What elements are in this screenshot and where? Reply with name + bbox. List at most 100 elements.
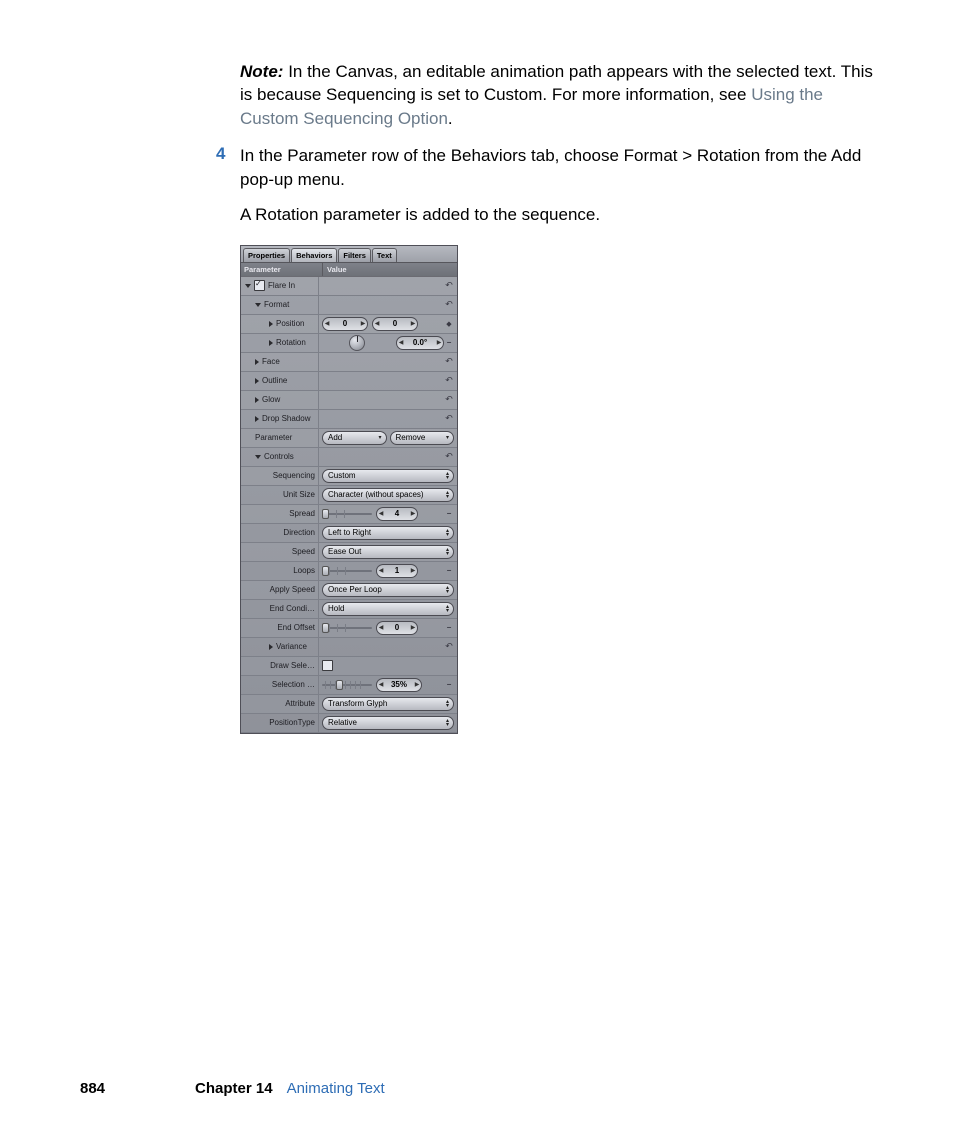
updown-caret-icon — [446, 718, 449, 728]
remove-minus-icon[interactable]: − — [444, 338, 454, 347]
spread-slider[interactable] — [322, 508, 372, 520]
tab-properties[interactable]: Properties — [243, 248, 290, 262]
row-endcond: End Condi… — [241, 600, 319, 618]
updown-caret-icon — [446, 471, 449, 481]
reset-icon[interactable] — [444, 357, 454, 367]
disclosure-right-icon[interactable] — [255, 378, 259, 384]
row-endoffset: End Offset — [241, 619, 319, 637]
applyspeed-menu[interactable]: Once Per Loop — [322, 583, 454, 597]
disclosure-right-icon[interactable] — [255, 359, 259, 365]
row-selection: Selection … — [241, 676, 319, 694]
selection-field[interactable]: ◀35%▶ — [376, 678, 422, 692]
reset-icon[interactable] — [444, 395, 454, 405]
row-direction: Direction — [241, 524, 319, 542]
remove-minus-icon[interactable]: − — [444, 680, 454, 689]
header-value: Value — [323, 263, 457, 276]
page-footer: 884 Chapter 14 Animating Text — [80, 1080, 385, 1097]
updown-caret-icon — [446, 547, 449, 557]
attribute-menu[interactable]: Transform Glyph — [322, 697, 454, 711]
remove-minus-icon[interactable]: − — [444, 566, 454, 575]
sequencing-menu[interactable]: Custom — [322, 469, 454, 483]
unitsize-menu[interactable]: Character (without spaces) — [322, 488, 454, 502]
tab-text[interactable]: Text — [372, 248, 397, 262]
flare-checkbox[interactable] — [254, 280, 265, 291]
note-label: Note: — [240, 62, 283, 81]
column-header: Parameter Value — [241, 263, 457, 277]
tab-filters[interactable]: Filters — [338, 248, 371, 262]
row-variance[interactable]: Variance — [241, 638, 319, 656]
remove-parameter-menu[interactable]: Remove — [390, 431, 455, 445]
endcond-menu[interactable]: Hold — [322, 602, 454, 616]
reset-icon[interactable] — [444, 376, 454, 386]
loops-field[interactable]: ◀1▶ — [376, 564, 418, 578]
disclosure-right-icon[interactable] — [269, 644, 273, 650]
rotation-field[interactable]: ◀0.0°▶ — [396, 336, 444, 350]
row-format[interactable]: Format — [241, 296, 319, 314]
endoffset-field[interactable]: ◀0▶ — [376, 621, 418, 635]
step-text: In the Parameter row of the Behaviors ta… — [240, 144, 880, 191]
reset-icon[interactable] — [444, 452, 454, 462]
position-label: Position — [276, 319, 304, 328]
dropdown-caret-icon — [378, 435, 381, 441]
row-rotation[interactable]: Rotation — [241, 334, 319, 352]
row-drawsele: Draw Sele… — [241, 657, 319, 675]
row-outline[interactable]: Outline — [241, 372, 319, 390]
row-position[interactable]: Position — [241, 315, 319, 333]
rotation-dial[interactable] — [349, 335, 365, 351]
page-number: 884 — [80, 1080, 105, 1097]
disclosure-right-icon[interactable] — [255, 416, 259, 422]
direction-menu[interactable]: Left to Right — [322, 526, 454, 540]
row-dropshadow[interactable]: Drop Shadow — [241, 410, 319, 428]
row-glow[interactable]: Glow — [241, 391, 319, 409]
row-parameter: Parameter — [241, 429, 319, 447]
tab-strip: Properties Behaviors Filters Text — [241, 246, 457, 263]
updown-caret-icon — [446, 585, 449, 595]
row-spread: Spread — [241, 505, 319, 523]
add-parameter-menu[interactable]: Add — [322, 431, 387, 445]
position-y-field[interactable]: ◀0▶ — [372, 317, 418, 331]
chapter-title: Animating Text — [287, 1080, 385, 1097]
spread-field[interactable]: ◀4▶ — [376, 507, 418, 521]
updown-caret-icon — [446, 699, 449, 709]
inspector-panel: Properties Behaviors Filters Text Parame… — [240, 245, 458, 734]
flare-label: Flare In — [268, 281, 295, 290]
row-unitsize: Unit Size — [241, 486, 319, 504]
row-speed: Speed — [241, 543, 319, 561]
header-parameter: Parameter — [241, 263, 323, 276]
disclosure-down-icon[interactable] — [245, 284, 251, 288]
positiontype-menu[interactable]: Relative — [322, 716, 454, 730]
endoffset-slider[interactable] — [322, 622, 372, 634]
loops-slider[interactable] — [322, 565, 372, 577]
step-4: 4 In the Parameter row of the Behaviors … — [240, 144, 880, 191]
disclosure-right-icon[interactable] — [269, 340, 273, 346]
row-positiontype: PositionType — [241, 714, 319, 732]
position-x-field[interactable]: ◀0▶ — [322, 317, 368, 331]
remove-minus-icon[interactable]: − — [444, 509, 454, 518]
tab-behaviors[interactable]: Behaviors — [291, 248, 337, 262]
row-applyspeed: Apply Speed — [241, 581, 319, 599]
drawsele-checkbox[interactable] — [322, 660, 333, 671]
updown-caret-icon — [446, 490, 449, 500]
row-controls[interactable]: Controls — [241, 448, 319, 466]
reset-icon[interactable] — [444, 281, 454, 291]
row-sequencing: Sequencing — [241, 467, 319, 485]
step-number: 4 — [216, 144, 225, 164]
disclosure-down-icon[interactable] — [255, 303, 261, 307]
reset-icon[interactable] — [444, 642, 454, 652]
updown-caret-icon — [446, 604, 449, 614]
selection-slider[interactable] — [322, 679, 372, 691]
disclosure-down-icon[interactable] — [255, 455, 261, 459]
updown-caret-icon — [446, 528, 449, 538]
format-label: Format — [264, 300, 289, 309]
reset-icon[interactable] — [444, 414, 454, 424]
keyframe-diamond-icon[interactable]: ◆ — [444, 320, 454, 328]
row-flare-in[interactable]: Flare In — [241, 277, 319, 295]
speed-menu[interactable]: Ease Out — [322, 545, 454, 559]
disclosure-right-icon[interactable] — [255, 397, 259, 403]
rotation-label: Rotation — [276, 338, 306, 347]
reset-icon[interactable] — [444, 300, 454, 310]
remove-minus-icon[interactable]: − — [444, 623, 454, 632]
row-face[interactable]: Face — [241, 353, 319, 371]
disclosure-right-icon[interactable] — [269, 321, 273, 327]
note-paragraph: Note: In the Canvas, an editable animati… — [240, 60, 880, 130]
